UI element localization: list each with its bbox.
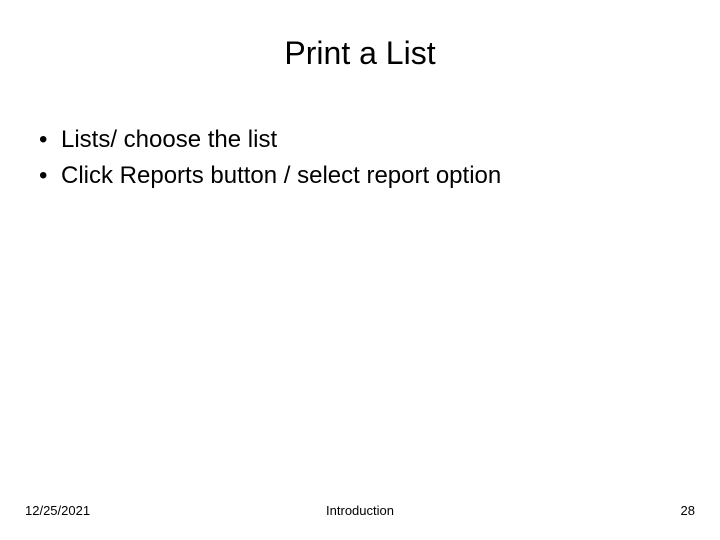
footer-title: Introduction — [326, 503, 394, 518]
slide-container: Print a List Lists/ choose the list Clic… — [0, 0, 720, 540]
slide-title: Print a List — [25, 35, 695, 72]
slide-footer: 12/25/2021 Introduction 28 — [0, 503, 720, 518]
footer-page: 28 — [681, 503, 695, 518]
slide-content: Lists/ choose the list Click Reports but… — [25, 122, 695, 194]
bullet-item: Lists/ choose the list — [33, 122, 695, 158]
bullet-list: Lists/ choose the list Click Reports but… — [33, 122, 695, 194]
bullet-item: Click Reports button / select report opt… — [33, 158, 695, 194]
footer-date: 12/25/2021 — [25, 503, 90, 518]
